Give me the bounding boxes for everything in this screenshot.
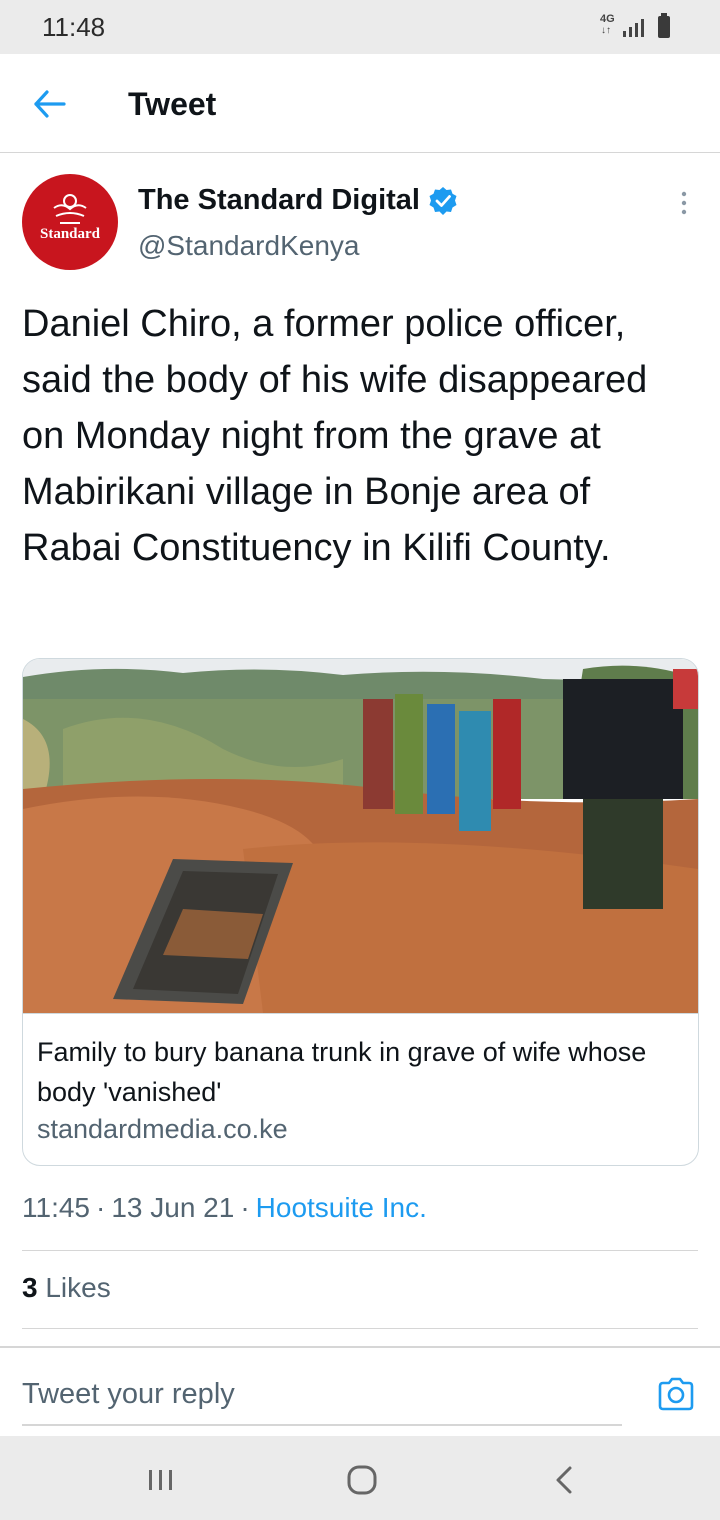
more-options-icon[interactable] [670,188,698,218]
author-handle[interactable]: @StandardKenya [138,230,359,262]
signal-strength-icon [623,19,644,37]
author-display-name[interactable]: The Standard Digital [138,184,420,217]
top-app-bar: Tweet [0,54,720,153]
tweet-metadata: 11:45 · 13 Jun 21 · Hootsuite Inc. [22,1192,427,1224]
status-icons: 4G ↓↑ [600,13,680,40]
link-card-body: Family to bury banana trunk in grave of … [23,1013,698,1165]
likes-number: 3 [22,1272,38,1303]
home-icon[interactable] [346,1464,378,1496]
network-type-label: 4G [600,13,615,25]
tweet-source-link[interactable]: Hootsuite Inc. [256,1192,427,1223]
likes-label: Likes [45,1272,111,1303]
avatar-wordmark: Standard [39,226,101,242]
author-avatar[interactable]: Standard [22,174,118,270]
divider [22,1250,698,1251]
separator-dot: · [240,1192,250,1223]
page-title: Tweet [128,86,217,122]
reply-input[interactable] [22,1364,622,1426]
battery-icon [658,13,670,38]
status-time: 11:48 [42,12,106,42]
link-preview-card[interactable]: Family to bury banana trunk in grave of … [22,658,699,1166]
separator-dot: · [96,1192,106,1223]
camera-icon[interactable] [656,1376,696,1412]
status-bar: 11:48 4G ↓↑ [0,0,720,54]
verified-badge-icon [429,187,457,215]
system-navigation-bar [0,1436,720,1520]
back-arrow-icon[interactable] [30,84,70,124]
divider [22,1328,698,1329]
recent-apps-icon[interactable] [146,1466,176,1494]
likes-count[interactable]: 3 Likes [22,1272,111,1304]
article-photo [23,659,698,1013]
link-card-title: Family to bury banana trunk in grave of … [37,1037,647,1107]
link-card-domain: standardmedia.co.ke [37,1114,288,1144]
tweet-time: 11:45 [22,1192,90,1223]
network-activity-icon: ↓↑ [601,25,611,36]
crest-icon [53,194,87,224]
tweet-text: Daniel Chiro, a former police officer, s… [22,303,648,569]
tweet-date: 13 Jun 21 [111,1192,235,1223]
system-back-icon[interactable] [550,1464,578,1496]
reply-bar [0,1346,720,1438]
